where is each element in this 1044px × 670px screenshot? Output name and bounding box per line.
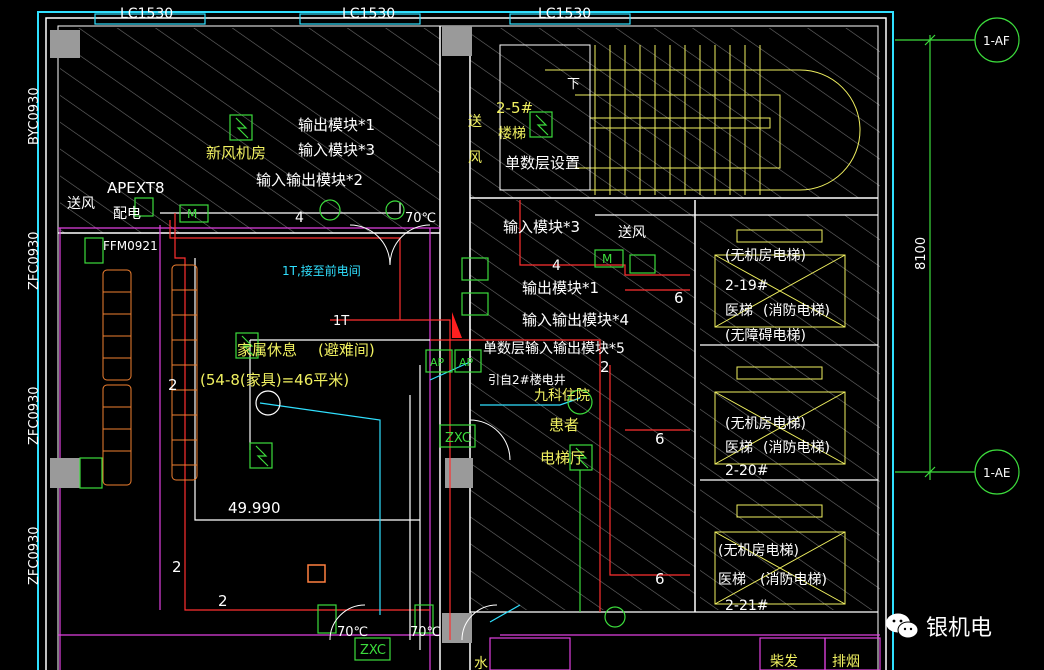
elevator-3-name: 医梯	[718, 572, 746, 588]
label-bipan: (避难间)	[318, 341, 375, 359]
watermark: 银机电	[884, 606, 1034, 646]
label-paiyan: 排烟	[832, 654, 860, 670]
elevator-2-type: (无机房电梯)	[725, 416, 806, 432]
note-5: 输入模块*3	[503, 218, 580, 236]
equip-m-2: M	[602, 252, 612, 266]
label-chaifa: 柴发	[770, 654, 798, 670]
label-yindao: 引自2#楼电井	[488, 372, 566, 387]
wire-count: 2	[600, 358, 610, 376]
temp-label-1: 70℃	[405, 211, 436, 226]
note-8: 单数层输入输出模块*5	[483, 341, 625, 357]
label-apex: APEXT8	[107, 179, 165, 197]
label-songfeng-left: 送风	[67, 196, 95, 212]
note-6: 输出模块*1	[522, 279, 599, 297]
wire-count: 4	[295, 210, 304, 226]
window-label-3: LC1530	[538, 6, 591, 22]
wire-count: 4	[552, 258, 561, 274]
bottom-rooms: 水 柴发 排烟	[474, 637, 881, 670]
label-fm: FFM0921	[103, 239, 158, 253]
equip-ap-2: AP	[459, 356, 474, 369]
label-area: (54-8(家具)=46平米)	[200, 371, 349, 389]
label-jiashu: 家属休息	[237, 341, 297, 359]
label-stair-no: 2-5#	[496, 99, 533, 117]
elevator-3-fire: (消防电梯)	[760, 572, 827, 588]
label-shui: 水	[474, 656, 488, 670]
equip-zxc-1: ZXC	[445, 431, 471, 446]
note-7: 输入输出模块*4	[522, 311, 629, 329]
label-diantiting: 电梯厅	[540, 449, 585, 467]
hatched-areas	[50, 28, 880, 613]
wire-count: 2	[172, 558, 182, 576]
wechat-icon	[886, 613, 919, 639]
elevator-1-no: 2-19#	[725, 278, 769, 294]
label-louti: 楼梯	[498, 126, 526, 142]
elevator-3-no: 2-21#	[725, 598, 769, 614]
floor-plan-drawing: LC1530 LC1530 LC1530 BYC0930 ZFC0930 ZFC…	[27, 6, 1020, 670]
wire-count: 6	[655, 430, 665, 448]
label-feng-top: 风	[468, 150, 482, 166]
note-4: 单数层设置	[505, 154, 580, 172]
label-songfeng-mid: 送风	[618, 225, 646, 241]
elevator-1-name: 医梯	[725, 303, 753, 319]
axis-bubble-1-af: 1-AF	[983, 34, 1010, 48]
left-window-label-3: ZFC0930	[27, 386, 42, 445]
equip-zxc-2: ZXC	[360, 643, 386, 658]
elevator-2-fire: (消防电梯)	[763, 440, 830, 456]
equip-ap-1: AP	[430, 356, 445, 369]
elevator-2-name: 医梯	[725, 440, 753, 456]
label-elevation: 49.990	[228, 499, 281, 517]
note-2: 输入模块*3	[298, 141, 375, 159]
elevator-1-type: (无机房电梯)	[725, 248, 806, 264]
note-3: 输入输出模块*2	[256, 171, 363, 189]
watermark-text: 银机电	[926, 616, 993, 641]
dimension-8100: 8100	[914, 237, 929, 270]
temp-label-3: 70℃	[410, 625, 441, 640]
label-t-route: 1T,接至前电间	[282, 263, 361, 278]
elevator-1-extra: (无障碍电梯)	[725, 328, 806, 344]
elevator-2-no: 2-20#	[725, 463, 769, 479]
elevator-3-type: (无机房电梯)	[718, 543, 799, 559]
label-peidian: 配电	[113, 206, 141, 222]
alarm-marker	[452, 312, 462, 338]
temp-label-2: 70℃	[337, 625, 368, 640]
label-huanzhe: 患者	[549, 416, 579, 434]
label-xia: 下	[567, 77, 580, 92]
wire-count: 2	[218, 592, 228, 610]
label-xinfeng: 新风机房	[206, 144, 266, 162]
wire-count: 6	[655, 570, 665, 588]
axis-bubble-1-ae: 1-AE	[983, 466, 1011, 480]
left-window-label-4: ZFC0930	[27, 526, 42, 585]
equip-m-1: M	[187, 207, 197, 221]
left-window-label-1: BYC0930	[27, 87, 42, 145]
wire-count: 2	[168, 376, 178, 394]
label-t-mark: 1T	[333, 314, 349, 329]
note-1: 输出模块*1	[298, 116, 375, 134]
window-label-1: LC1530	[120, 6, 173, 22]
label-song-top: 送	[468, 114, 482, 130]
elevator-1-fire: (消防电梯)	[763, 303, 830, 319]
wire-count: 6	[674, 289, 684, 307]
left-window-label-2: ZFC0930	[27, 231, 42, 290]
label-jiyiyuan: 九科住院	[534, 388, 590, 404]
window-label-2: LC1530	[342, 6, 395, 22]
